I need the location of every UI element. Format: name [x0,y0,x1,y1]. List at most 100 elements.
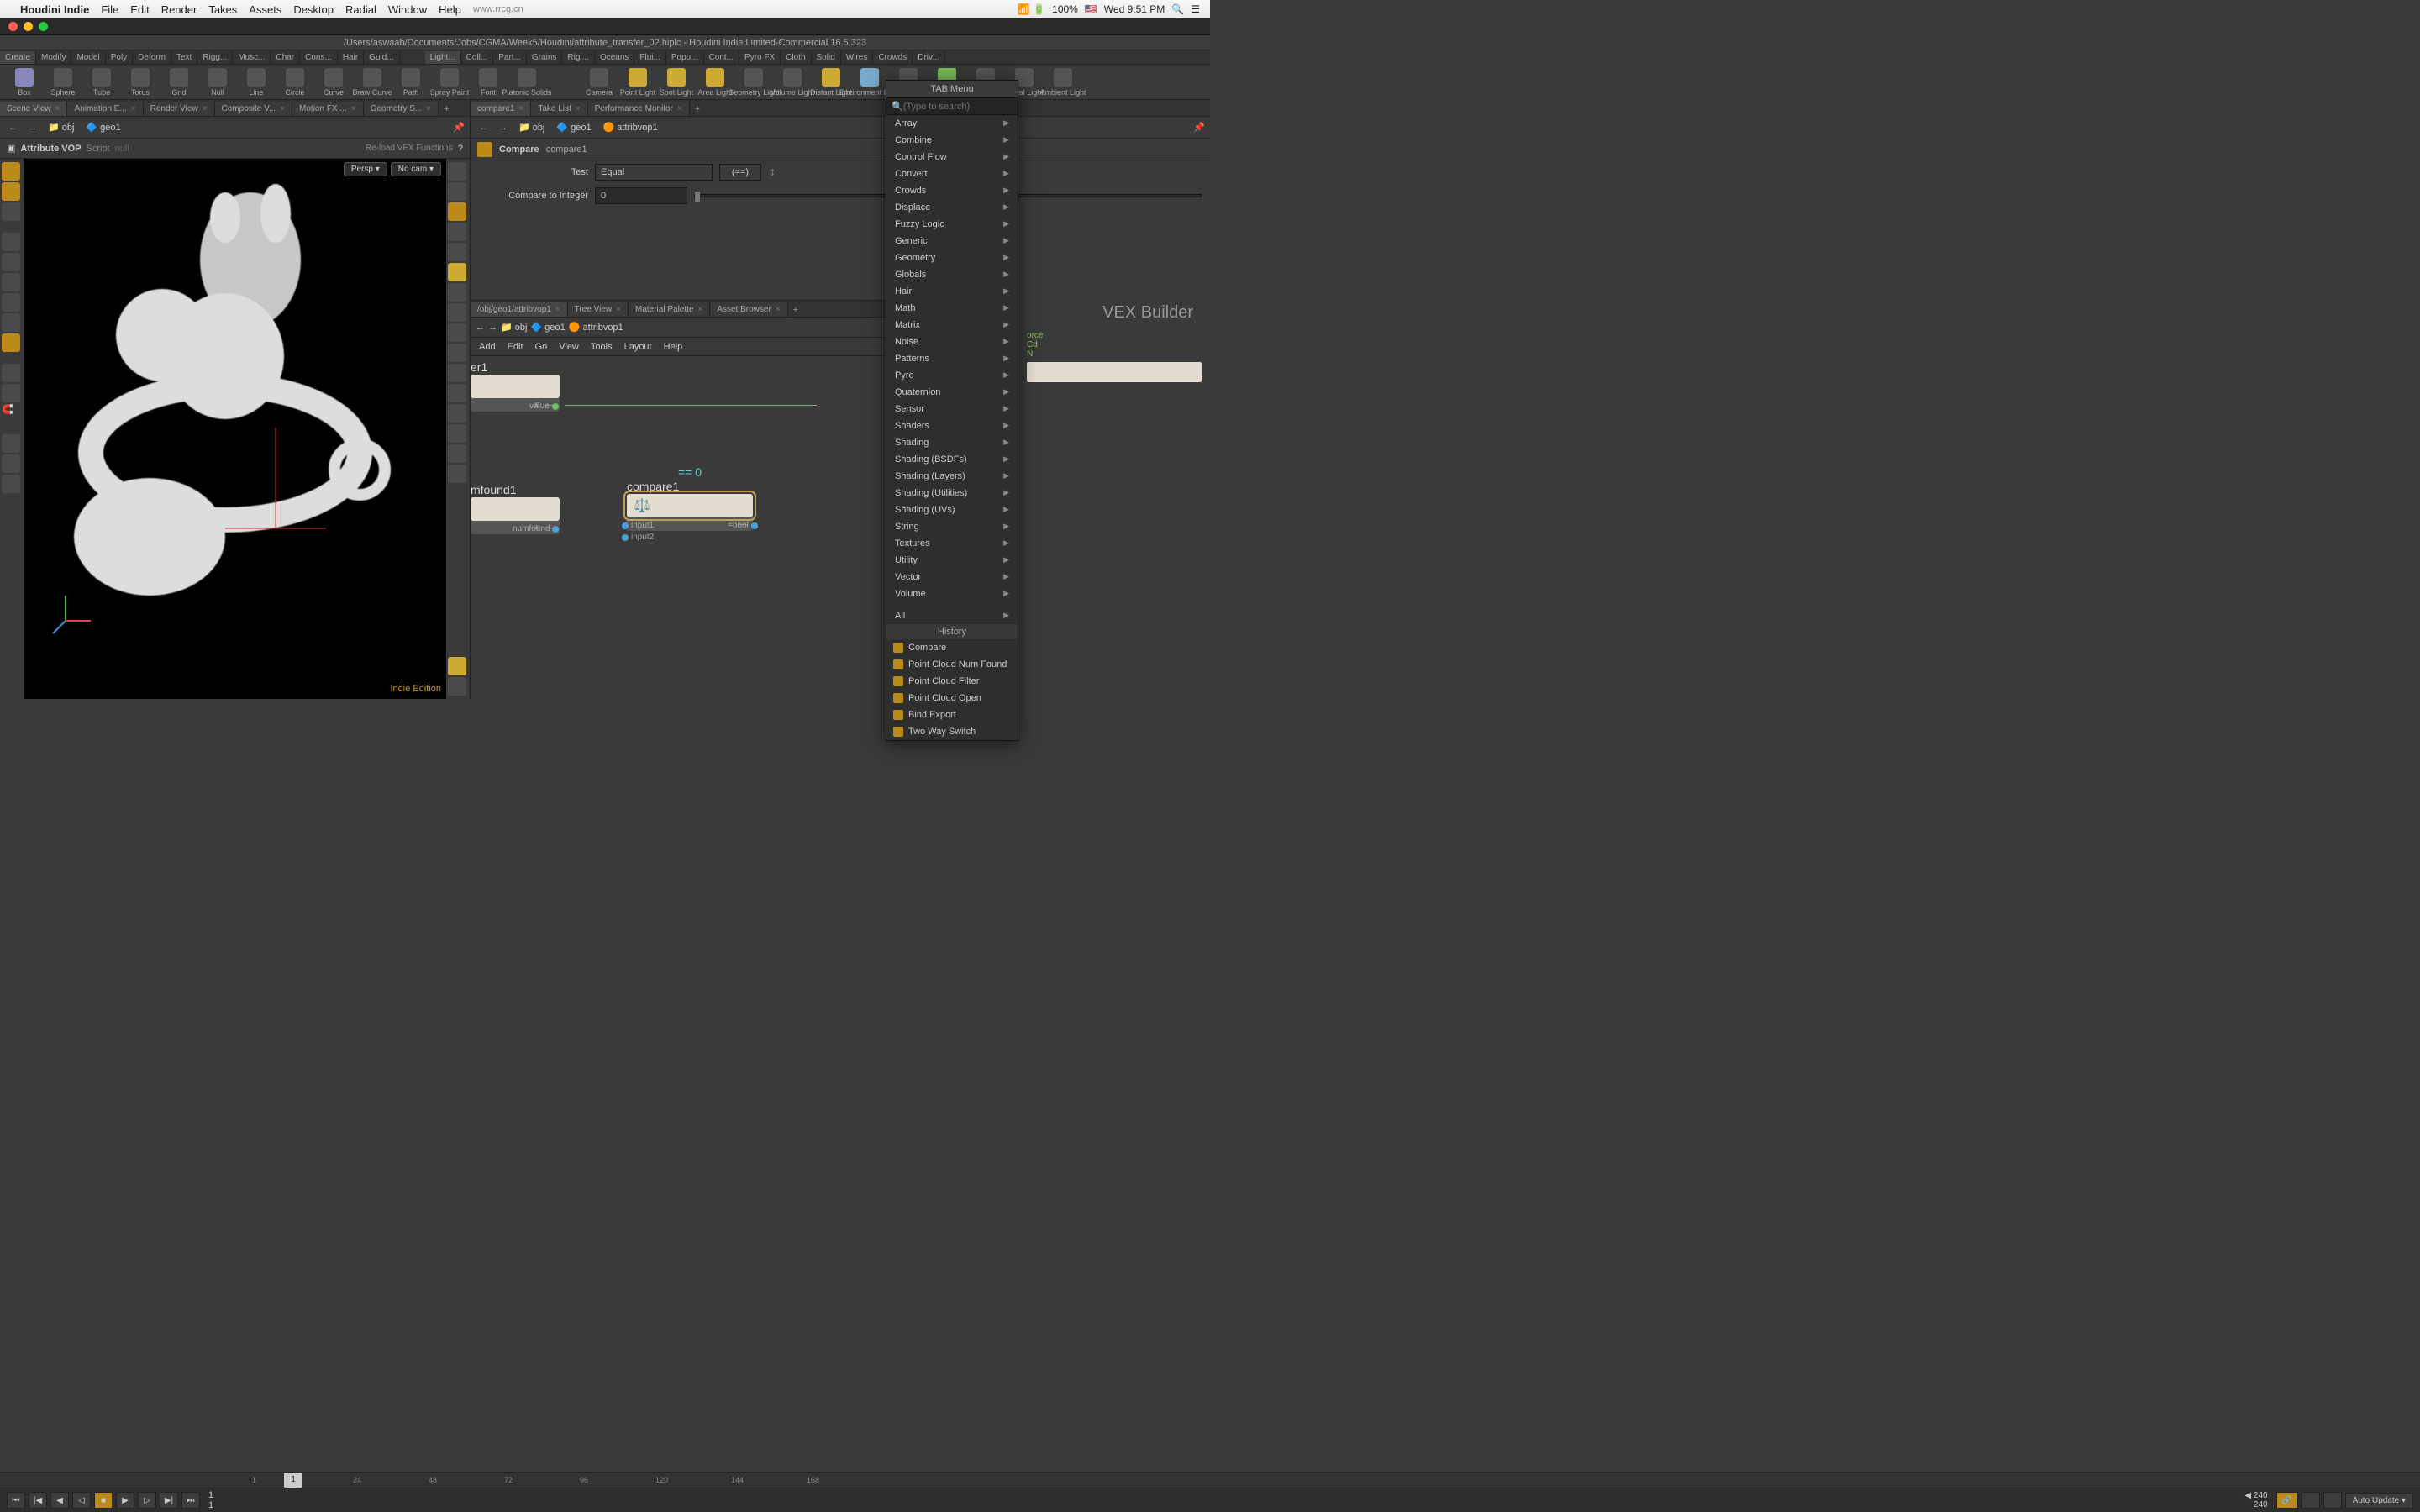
tab-category[interactable]: Patterns▶ [886,350,1018,367]
tool-platonic[interactable]: Platonic Solids [508,68,546,97]
tab-category[interactable]: Crowds▶ [886,182,1018,199]
menu-desktop[interactable]: Desktop [293,3,334,16]
tool-btn[interactable] [2,475,20,493]
shelf-tab[interactable]: Musc... [233,51,271,64]
nav-fwd-icon[interactable]: → [24,123,40,133]
shelf-tab[interactable]: Modify [36,51,71,64]
display-opt[interactable] [448,657,466,675]
display-opt[interactable] [448,424,466,443]
tool-btn[interactable] [2,434,20,453]
shelf-tab[interactable]: Part... [493,51,527,64]
nav-fwd-icon[interactable]: → [488,323,497,333]
menu-window[interactable]: Window [388,3,427,16]
test-dropdown[interactable]: Equal [595,164,713,181]
tab-category[interactable]: Vector▶ [886,569,1018,585]
tab-category[interactable]: Array▶ [886,115,1018,132]
tool-spraypaint[interactable]: Spray Paint [430,68,469,97]
shelf-tab[interactable]: Driv... [913,51,944,64]
tool-volumelight[interactable]: Volume Light [773,68,812,97]
tab-category[interactable]: Shading (BSDFs)▶ [886,451,1018,468]
tool-path[interactable]: Path [392,68,430,97]
display-opt[interactable] [448,243,466,261]
app-name[interactable]: Houdini Indie [20,3,89,16]
menu-render[interactable]: Render [161,3,197,16]
last-frame-button[interactable]: ⏭ [182,1492,200,1509]
tool-ambientlight[interactable]: Ambient Light [1044,68,1082,97]
display-opt[interactable] [448,344,466,362]
shelf-tab[interactable]: Model [71,51,105,64]
tool-line[interactable]: Line [237,68,276,97]
playback-opt[interactable] [2323,1492,2342,1509]
step-back-button[interactable]: ◀ [50,1492,69,1509]
pin-icon[interactable]: 📌 [1193,122,1205,133]
timeline[interactable]: 1 24 48 72 96 120 144 168 1 [0,1472,2420,1488]
shelf-tab[interactable]: Oceans [595,51,634,64]
tab-compositeview[interactable]: Composite V...× [215,102,293,116]
net-menu-tools[interactable]: Tools [591,342,613,352]
tab-search-input[interactable] [903,102,1013,112]
node-mfound1[interactable]: mfound1 numfound ≡— [471,482,560,534]
tab-matpalette[interactable]: Material Palette× [629,302,710,317]
tab-category[interactable]: Shading (Layers)▶ [886,468,1018,485]
add-tab[interactable]: + [439,102,454,116]
tab-category[interactable]: Utility▶ [886,552,1018,569]
shelf-tab-lights[interactable]: Light... [425,51,461,64]
tab-category[interactable]: Convert▶ [886,165,1018,182]
display-opt[interactable] [448,364,466,382]
tool-grid[interactable]: Grid [160,68,198,97]
shelf-tab[interactable]: Hair [338,51,364,64]
tool-pointlight[interactable]: Point Light [618,68,657,97]
vex-node-chip[interactable] [1027,362,1202,382]
menu-file[interactable]: File [101,3,118,16]
close-window[interactable] [8,22,18,31]
tab-category[interactable]: Pyro▶ [886,367,1018,384]
tool-drawcurve[interactable]: Draw Curve [353,68,392,97]
tab-history-item[interactable]: Point Cloud Filter [886,673,1018,690]
tab-category[interactable]: Matrix▶ [886,317,1018,333]
tool-btn[interactable] [2,293,20,312]
nav-fwd-icon[interactable]: → [495,123,511,133]
next-key-button[interactable]: ▶| [160,1492,178,1509]
shelf-tab[interactable]: Coll... [461,51,494,64]
tool-torus[interactable]: Torus [121,68,160,97]
path-geo1[interactable]: 🔷 geo1 [552,121,595,134]
shelf-tab[interactable]: Crowds [873,51,913,64]
shelf-tab[interactable]: Guid... [364,51,399,64]
tab-sceneview[interactable]: Scene View× [0,102,67,116]
shelf-tab[interactable]: Pyro FX [739,51,781,64]
display-opt[interactable] [448,384,466,402]
tool-btn[interactable] [2,313,20,332]
tool-btn[interactable] [2,364,20,382]
tab-category[interactable]: Shaders▶ [886,417,1018,434]
stop-button[interactable]: ■ [94,1492,113,1509]
tab-category[interactable]: Volume▶ [886,585,1018,602]
display-opt[interactable] [448,323,466,342]
tool-envlight[interactable]: Environment Light [850,68,889,97]
scene-viewport[interactable]: 🧲 Persp ▾ No cam ▾ [0,159,470,699]
light-icon[interactable] [448,263,466,281]
nav-back-icon[interactable]: ← [5,123,21,133]
tool-box[interactable]: Box [5,68,44,97]
display-opt[interactable] [448,404,466,423]
tab-category[interactable]: Combine▶ [886,132,1018,149]
prev-key-button[interactable]: |◀ [29,1492,47,1509]
rotate-tool[interactable] [2,202,20,221]
shelf-tab-create[interactable]: Create [0,51,36,64]
tab-takelist[interactable]: Take List× [531,102,587,116]
zoom-window[interactable] [39,22,48,31]
display-opt[interactable] [448,465,466,483]
menu-takes[interactable]: Takes [208,3,237,16]
nav-back-icon[interactable]: ← [476,323,485,333]
tab-category[interactable]: Math▶ [886,300,1018,317]
node-er1[interactable]: er1 value ≡— [471,360,560,412]
net-menu-layout[interactable]: Layout [624,342,652,352]
tab-geomspread[interactable]: Geometry S...× [364,102,439,116]
nav-back-icon[interactable]: ← [476,123,492,133]
tool-btn[interactable] [2,454,20,473]
shelf-tab[interactable]: Cloth [781,51,811,64]
net-menu-help[interactable]: Help [664,342,683,352]
shelf-tab[interactable]: Cont... [704,51,739,64]
display-opt[interactable] [448,677,466,696]
tool-curve[interactable]: Curve [314,68,353,97]
reload-vex-button[interactable]: Re-load VEX Functions [366,144,453,153]
